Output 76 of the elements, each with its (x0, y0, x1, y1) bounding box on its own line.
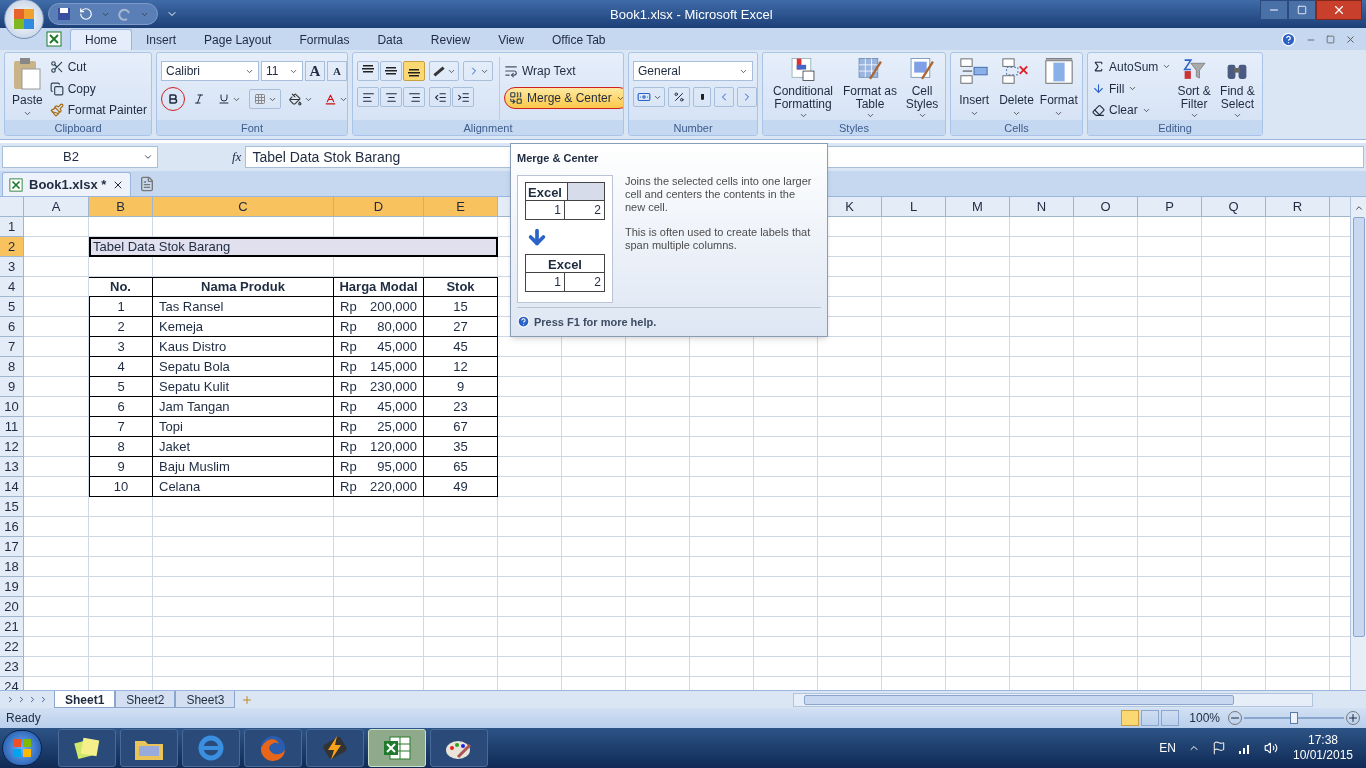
tooltip-help: Press F1 for more help. (534, 314, 657, 330)
table-cell: 7 (89, 417, 153, 437)
table-cell: 27 (424, 317, 498, 337)
table-cell: 45 (424, 337, 498, 357)
table-cell: Kaus Distro (153, 337, 334, 357)
price-value: 25,000 (377, 417, 417, 436)
group-label: Styles (763, 120, 945, 135)
price-value: 95,000 (377, 457, 417, 476)
price-value: 200,000 (370, 297, 417, 316)
table-cell: Baju Muslim (153, 457, 334, 477)
price-value: 80,000 (377, 317, 417, 336)
currency-label: Rp (340, 317, 357, 336)
currency-label: Rp (340, 437, 357, 456)
currency-label: Rp (340, 337, 357, 356)
table-cell: 3 (89, 337, 153, 357)
price-value: 120,000 (370, 437, 417, 456)
tooltip-title: Merge & Center (517, 151, 600, 166)
column-header-cell: Nama Produk (153, 277, 334, 297)
table-cell: Sepatu Kulit (153, 377, 334, 397)
table-cell: 9 (424, 377, 498, 397)
table-cell: 67 (424, 417, 498, 437)
table-cell: 9 (89, 457, 153, 477)
column-header-cell: No. (89, 277, 153, 297)
column-header-cell: Stok (424, 277, 498, 297)
price-value: 230,000 (370, 377, 417, 396)
tooltip-description: Joins the selected cells into one larger cell and centers the contents in the new cell. (625, 174, 813, 214)
clock-time: 17:38 (1308, 733, 1338, 748)
group-label: Clipboard (5, 120, 151, 135)
sheet-title: Tabel Data Stok Barang (93, 238, 231, 257)
group-label: Number (629, 120, 757, 135)
table-cell: Celana (153, 477, 334, 497)
example-value: 1 (526, 272, 565, 291)
currency-label: Rp (340, 377, 357, 396)
currency-label: Rp (340, 397, 357, 416)
table-cell: 12 (424, 357, 498, 377)
currency-label: Rp (340, 457, 357, 476)
currency-label: Rp (340, 417, 357, 436)
example-header: Excel (526, 254, 604, 273)
example-value: 2 (593, 201, 602, 219)
table-cell: Topi (153, 417, 334, 437)
table-cell: 2 (89, 317, 153, 337)
currency-label: Rp (340, 297, 357, 316)
table-cell: 1 (89, 297, 153, 317)
table-cell: 35 (424, 437, 498, 457)
table-cell: 6 (89, 397, 153, 417)
price-value: 145,000 (370, 357, 417, 376)
table-cell: Jaket (153, 437, 334, 457)
currency-label: Rp (340, 477, 357, 496)
price-value: 45,000 (377, 337, 417, 356)
table-cell: 5 (89, 377, 153, 397)
group-label: Editing (1088, 120, 1262, 135)
group-label: Font (157, 120, 347, 135)
example-value: 2 (593, 273, 602, 291)
table-cell: Sepatu Bola (153, 357, 334, 377)
status-text: Ready (6, 710, 41, 727)
table-cell: Jam Tangan (153, 397, 334, 417)
table-cell: 65 (424, 457, 498, 477)
price-value: 220,000 (370, 477, 417, 496)
example-value: 1 (526, 200, 565, 219)
tooltip-note: This is often used to create labels that span multiple columns. (625, 225, 812, 252)
table-cell: 10 (89, 477, 153, 497)
table-cell: 15 (424, 297, 498, 317)
group-label: Cells (951, 120, 1082, 135)
zoom-level: 100% (1189, 710, 1220, 727)
group-label: Alignment (353, 120, 623, 135)
price-value: 45,000 (377, 397, 417, 416)
table-cell: 23 (424, 397, 498, 417)
column-header-cell: Harga Modal (334, 277, 424, 297)
table-cell: Kemeja (153, 317, 334, 337)
table-cell: 8 (89, 437, 153, 457)
currency-label: Rp (340, 357, 357, 376)
table-cell: 4 (89, 357, 153, 377)
table-cell: Tas Ransel (153, 297, 334, 317)
table-cell: 49 (424, 477, 498, 497)
window-title: Book1.xlsx - Microsoft Excel (610, 6, 773, 24)
clock-date: 10/01/2015 (1292, 748, 1354, 763)
